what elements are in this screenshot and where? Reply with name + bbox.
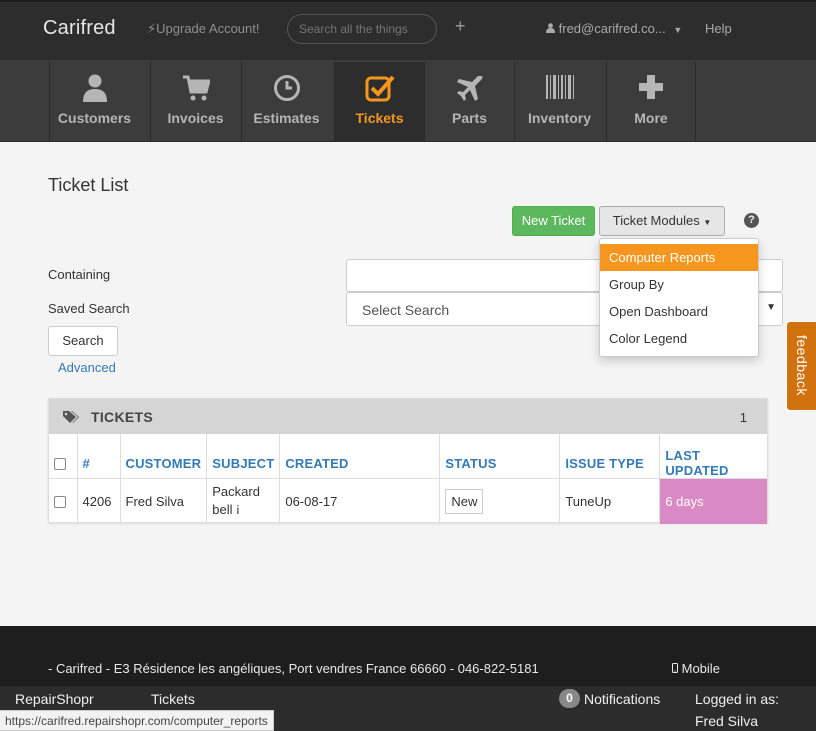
mobile-icon <box>672 661 682 676</box>
containing-label: Containing <box>48 267 111 282</box>
plane-icon <box>425 74 514 104</box>
user-icon <box>50 74 139 104</box>
nav-inventory[interactable]: Inventory <box>514 62 604 142</box>
nav-label: Parts <box>451 110 488 126</box>
nav-estimates[interactable]: Estimates <box>241 62 331 142</box>
ticket-subject-cell: Packard bell i <box>206 478 280 524</box>
top-bar: Carifred ⚡Upgrade Account! + fred@carifr… <box>0 0 816 60</box>
mobile-link[interactable]: Mobile <box>672 661 720 676</box>
nav-tickets[interactable]: Tickets <box>334 62 424 142</box>
nav-parts[interactable]: Parts <box>424 62 514 142</box>
status-badge[interactable]: New <box>445 488 484 514</box>
search-button[interactable]: Search <box>48 326 118 356</box>
ticket-modules-button[interactable]: Ticket Modules ▼ <box>599 206 725 236</box>
info-icon[interactable]: i <box>236 503 239 517</box>
nav-label: Invoices <box>167 110 224 126</box>
quick-add-plus-icon[interactable]: + <box>455 16 466 37</box>
checkbox-icon <box>335 74 424 104</box>
ticket-customer[interactable]: Fred Silva <box>119 478 207 524</box>
nav-invoices[interactable]: Invoices <box>150 62 240 142</box>
notifications-link[interactable]: Notifications <box>584 691 660 707</box>
mobile-label: Mobile <box>681 661 720 676</box>
bottom-tickets-link[interactable]: Tickets <box>151 691 195 707</box>
ticket-modules-label: Ticket Modules <box>612 213 700 228</box>
row-select <box>49 478 77 524</box>
panel-header: TICKETS 1 <box>49 399 767 434</box>
nav-label: More <box>634 110 668 126</box>
user-menu[interactable]: fred@carifred.co... ▼ <box>546 21 682 36</box>
feedback-tab[interactable]: feedback <box>786 321 816 411</box>
col-status[interactable]: STATUS <box>439 434 560 479</box>
ticket-count: 1 <box>739 410 747 425</box>
help-link[interactable]: Help <box>705 21 732 36</box>
user-small-icon <box>546 21 559 36</box>
saved-search-label: Saved Search <box>48 301 130 316</box>
col-issue-type[interactable]: ISSUE TYPE <box>559 434 660 479</box>
caret-down-icon: ▼ <box>673 25 683 35</box>
user-email: fred@carifred.co... <box>558 21 666 36</box>
menu-item-group-by[interactable]: Group By <box>600 271 758 298</box>
logged-in-user[interactable]: Fred Silva <box>695 713 758 729</box>
menu-item-color-legend[interactable]: Color Legend <box>600 325 758 352</box>
advanced-search-link[interactable]: Advanced <box>58 360 116 375</box>
brand-logo[interactable]: Carifred <box>43 17 116 40</box>
bolt-icon: ⚡ <box>147 21 157 36</box>
nav-label: Tickets <box>355 110 404 126</box>
saved-search-value: Select Search <box>362 302 450 318</box>
plus-icon <box>607 74 695 104</box>
upgrade-account-link[interactable]: ⚡Upgrade Account! <box>147 21 260 37</box>
logged-in-label: Logged in as: <box>695 691 780 707</box>
col-customer[interactable]: CUSTOMER <box>119 434 207 479</box>
upgrade-label: Upgrade Account! <box>156 21 260 36</box>
tags-icon <box>63 410 79 426</box>
nav-label: Customers <box>57 110 132 126</box>
tickets-table: # CUSTOMER SUBJECT CREATED STATUS ISSUE … <box>49 434 767 524</box>
main-nav: Customers Invoices Estimates Tickets Par… <box>0 60 816 142</box>
col-last-updated[interactable]: LAST UPDATED <box>659 434 767 479</box>
footer-address: - Carifred - E3 Résidence les angéliques… <box>48 661 539 676</box>
col-number[interactable]: # <box>76 434 120 479</box>
ticket-number[interactable]: 4206 <box>76 478 120 524</box>
nav-label: Inventory <box>527 110 591 126</box>
caret-down-icon: ▼ <box>766 302 776 313</box>
nav-customers[interactable]: Customers <box>49 62 139 142</box>
browser-status-url: https://carifred.repairshopr.com/compute… <box>0 710 274 731</box>
global-search-input[interactable] <box>287 14 437 44</box>
new-ticket-button[interactable]: New Ticket <box>512 206 595 236</box>
bottom-brand[interactable]: RepairShopr <box>15 691 94 707</box>
clock-icon <box>242 74 331 104</box>
table-row[interactable]: 4206 Fred Silva Packard bell i 06-08-17 … <box>49 478 767 524</box>
col-created[interactable]: CREATED <box>279 434 440 479</box>
menu-item-open-dashboard[interactable]: Open Dashboard <box>600 298 758 325</box>
notification-count-badge[interactable]: 0 <box>559 689 580 708</box>
cart-icon <box>151 74 240 104</box>
menu-item-computer-reports[interactable]: Computer Reports <box>600 244 758 271</box>
select-all-checkbox[interactable] <box>54 458 66 471</box>
ticket-created: 06-08-17 <box>279 478 440 524</box>
ticket-issue-type: TuneUp <box>559 478 660 524</box>
panel-title: TICKETS <box>91 409 153 425</box>
nav-more[interactable]: More <box>606 62 696 142</box>
row-checkbox[interactable] <box>54 496 66 509</box>
question-icon[interactable]: ? <box>744 213 759 228</box>
barcode-icon <box>515 74 604 104</box>
tickets-panel: TICKETS 1 # CUSTOMER SUBJECT CREATED STA… <box>48 398 768 524</box>
caret-down-icon: ▼ <box>703 218 712 227</box>
feedback-label: feedback <box>794 335 810 396</box>
col-select <box>49 434 77 479</box>
ticket-modules-dropdown: Computer Reports Group By Open Dashboard… <box>599 238 759 357</box>
col-subject[interactable]: SUBJECT <box>206 434 280 479</box>
table-header-row: # CUSTOMER SUBJECT CREATED STATUS ISSUE … <box>49 434 767 479</box>
nav-label: Estimates <box>253 110 320 126</box>
page-title: Ticket List <box>48 175 129 195</box>
ticket-status-cell: New <box>439 478 560 524</box>
ticket-last-updated: 6 days <box>659 478 767 524</box>
